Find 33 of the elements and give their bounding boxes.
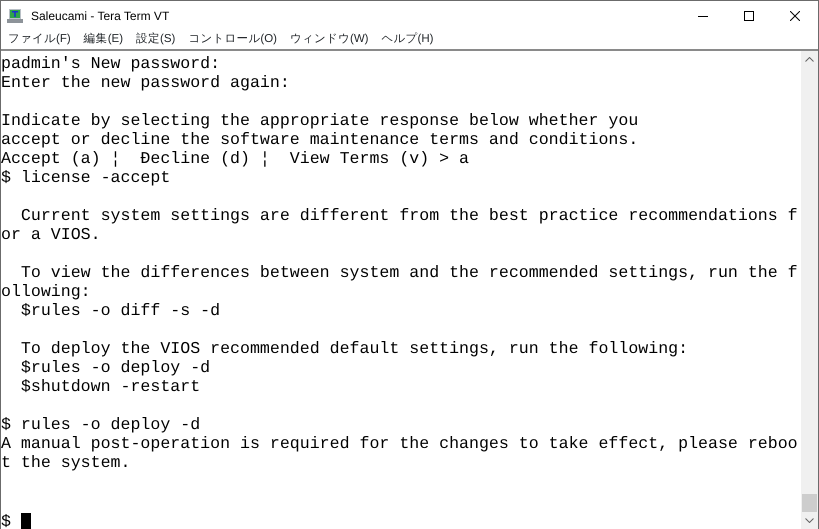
terminal-line: Accept (a) ¦ Đecline (d) ¦ View Terms (v) > a: [1, 149, 470, 168]
menu-item[interactable]: ヘルプ(H): [376, 31, 438, 49]
scrollbar[interactable]: [801, 51, 818, 529]
maximize-icon: [744, 11, 754, 21]
terminal-line: t the system.: [1, 453, 130, 472]
terminal-line: ollowing:: [1, 282, 91, 301]
cursor: [20, 513, 31, 529]
close-icon: [790, 11, 800, 21]
terminal-line: A manual post-operation is required for the changes to take effect, please reboo: [1, 434, 798, 453]
menu-item[interactable]: 編集(E): [78, 31, 128, 49]
scroll-up-icon[interactable]: [805, 57, 814, 62]
terminal-line: To deploy the VIOS recommended default settings, run the following:: [20, 339, 688, 358]
menu-item[interactable]: ウィンドウ(W): [284, 31, 374, 49]
menu-item[interactable]: ファイル(F): [3, 31, 76, 49]
terminal-line: $shutdown -restart: [20, 377, 200, 396]
terminal-line: or a VIOS.: [1, 225, 101, 244]
terminal-line: $rules -o deploy -d: [20, 358, 210, 377]
window-title: Saleucami - Tera Term VT: [31, 8, 170, 25]
terminal-line: $ license -accept: [1, 168, 170, 187]
scroll-down-icon[interactable]: [805, 518, 814, 523]
terminal-line: Current system settings are different from the best practice recommendations f: [20, 206, 798, 225]
terminal-line: padmin's New password:: [1, 54, 220, 73]
terminal-line: $rules -o diff -s -d: [20, 301, 220, 320]
scroll-thumb[interactable]: [802, 494, 817, 512]
app-icon: [7, 9, 23, 23]
terminal-line: $ rules -o deploy -d: [1, 415, 200, 434]
terminal-line: Enter the new password again:: [1, 73, 290, 92]
prompt: $: [1, 512, 11, 529]
terminal-line: accept or decline the software maintenance terms and conditions.: [1, 130, 638, 149]
terminal-line: To view the differences between system and the recommended settings, run the f: [20, 263, 798, 282]
menu-item[interactable]: 設定(S): [131, 31, 180, 49]
terminal-line: Indicate by selecting the appropriate response below whether you: [1, 111, 638, 130]
menu-item[interactable]: コントロール(O): [183, 31, 282, 49]
